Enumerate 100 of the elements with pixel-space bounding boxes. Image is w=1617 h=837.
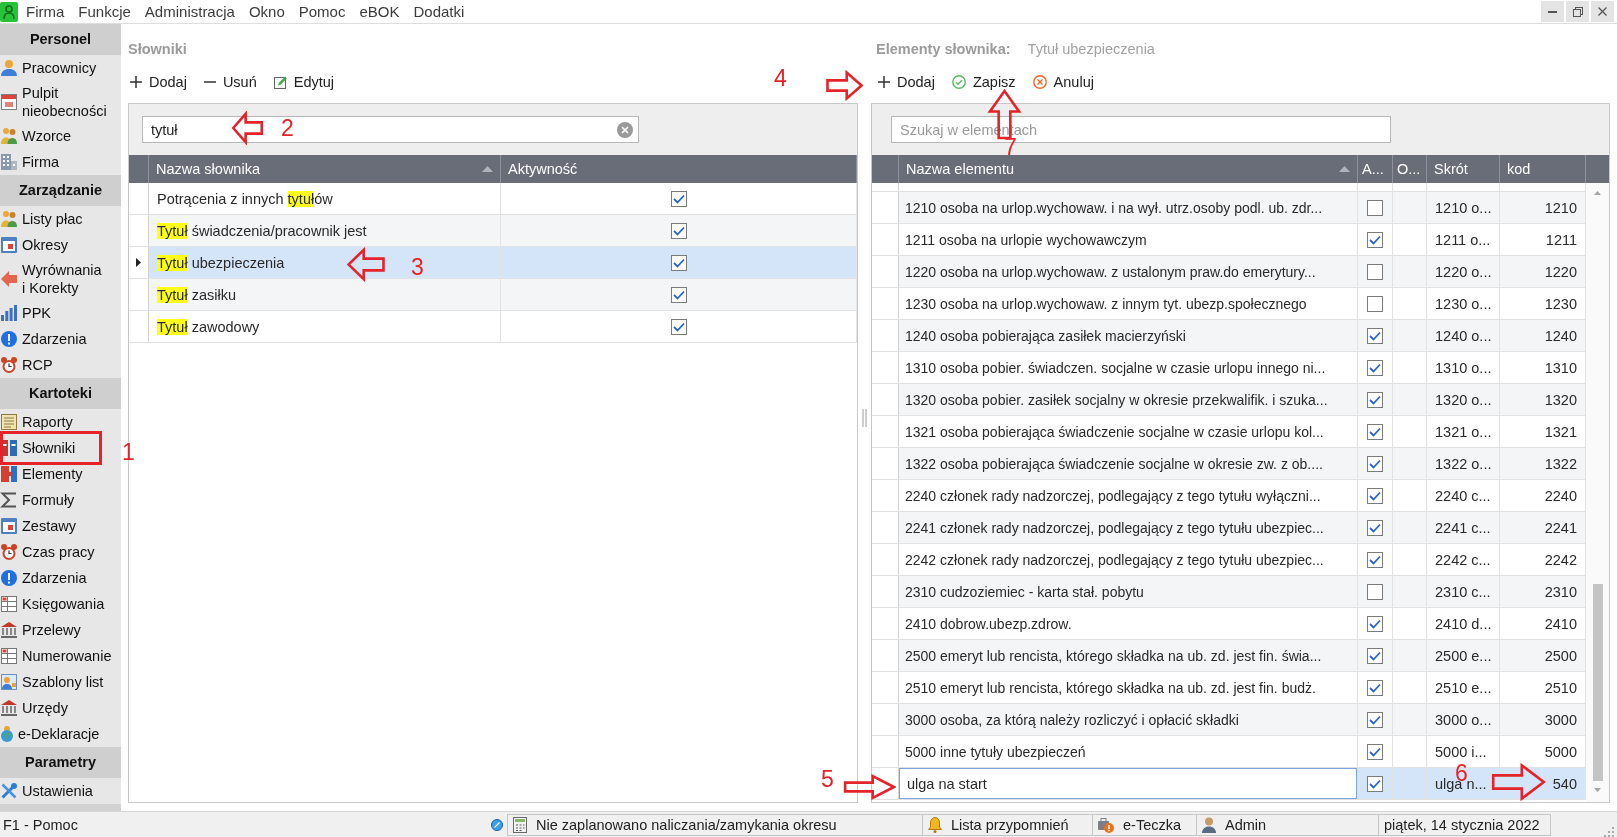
table-row[interactable]: 1220 osoba na urlop.wychowaw. z ustalonym praw.do emerytury... 1220 o... 1220: [872, 256, 1586, 288]
people-icon: [1, 211, 17, 227]
save-button[interactable]: Zapisz: [949, 71, 1018, 93]
sidebar-item[interactable]: Urzędy: [0, 695, 121, 721]
table-row[interactable]: 1210 osoba na urlop.wychowaw. i na wył. utrz.osoby podl. ub. zdr... 1210 o... 1210: [872, 192, 1586, 224]
sidebar-item[interactable]: Pracownicy: [0, 55, 121, 81]
sidebar-section-header[interactable]: Personel: [0, 24, 121, 55]
table-row[interactable]: 1211 osoba na urlopie wychowawczym 1211 o... 1211: [872, 224, 1586, 256]
checkbox[interactable]: [1367, 743, 1383, 760]
sidebar-section-header[interactable]: Parametry: [0, 747, 121, 778]
menu-item[interactable]: eBOK: [359, 1, 400, 22]
table-row[interactable]: Tytuł zasiłku: [129, 279, 857, 311]
table-row[interactable]: Tytuł świadczenia/pracownik jest: [129, 215, 857, 247]
sidebar-item[interactable]: Firma: [0, 149, 121, 175]
checkbox[interactable]: [1367, 455, 1383, 472]
table-cell: 1211 osoba na urlopie wychowawczym: [905, 231, 1147, 248]
document-icon: [1, 414, 17, 430]
sidebar-item[interactable]: Zdarzenia: [0, 565, 121, 591]
sidebar-item[interactable]: e-Deklaracje: [0, 721, 121, 747]
sidebar-item[interactable]: PPK: [0, 300, 121, 326]
text-input-field[interactable]: ulga na start: [899, 768, 1357, 799]
sidebar-item[interactable]: Zdarzenia: [0, 326, 121, 352]
sidebar-item[interactable]: Ustawienia: [0, 778, 121, 804]
scrollbar-thumb[interactable]: [1592, 584, 1603, 781]
sidebar-item[interactable]: Okresy: [0, 232, 121, 258]
table-row[interactable]: 1321 osoba pobierająca świadczenie socjalne w czasie urlopu kol... 1321 o... 1321: [872, 416, 1586, 448]
table-icon: [1, 648, 17, 664]
checkmark-icon: [672, 257, 685, 268]
sidebar-item[interactable]: Zestawy: [0, 513, 121, 539]
sidebar-item[interactable]: Księgowania: [0, 591, 121, 617]
checkbox[interactable]: [1367, 423, 1383, 440]
sidebar-item[interactable]: Czas pracy: [0, 539, 121, 565]
table-row[interactable]: 2410 dobrow.ubezp.zdrow. 2410 d... 2410: [872, 608, 1586, 640]
checkbox[interactable]: [1367, 679, 1383, 696]
bar-chart-icon: [1, 305, 17, 321]
table-row[interactable]: 2500 emeryt lub rencista, którego składka na ub. zd. jest fin. świa... 2500 e... 2500: [872, 640, 1586, 672]
checkbox[interactable]: [1367, 775, 1383, 792]
edit-button[interactable]: Edytuj: [271, 71, 337, 93]
minimize-button[interactable]: [1541, 1, 1564, 22]
menu-item[interactable]: Funkcje: [78, 1, 131, 22]
checkbox[interactable]: [670, 286, 687, 303]
remove-button[interactable]: Usuń: [201, 71, 259, 93]
menu-item[interactable]: Dodatki: [413, 1, 465, 22]
add-button[interactable]: Dodaj: [128, 71, 189, 93]
checkbox[interactable]: [1367, 711, 1383, 728]
table-row[interactable]: 1310 osoba pobier. świadczen. socjalne w czasie urlopu innego ni... 1310 o... 1310: [872, 352, 1586, 384]
sidebar-item[interactable]: Przelewy: [0, 617, 121, 643]
checkbox[interactable]: [1367, 391, 1383, 408]
menu-item[interactable]: Firma: [26, 1, 65, 22]
checkbox[interactable]: [670, 222, 687, 239]
checkbox[interactable]: [1367, 647, 1383, 664]
checkbox[interactable]: [1367, 359, 1383, 376]
cancel-button[interactable]: Anuluj: [1030, 71, 1096, 93]
checkbox[interactable]: [1367, 263, 1383, 280]
table-row[interactable]: 3000 osoba, za którą należy rozliczyć i opłacić składki 3000 o... 3000: [872, 704, 1586, 736]
checkbox[interactable]: [1367, 615, 1383, 632]
sidebar-section-header[interactable]: Kartoteki: [0, 378, 121, 409]
menu-item[interactable]: Administracja: [144, 1, 235, 22]
table-row[interactable]: 2240 członek rady nadzorczej, podlegający z tego tytułu wyłączni... 2240 c... 2240: [872, 480, 1586, 512]
checkbox[interactable]: [1367, 551, 1383, 568]
table-row[interactable]: 1320 osoba pobier. zasiłek socjalny w okresie przekwalifik. i szuka... 1320 o... 1320: [872, 384, 1586, 416]
checkmark-icon: [1369, 682, 1381, 693]
table-cell: 5000 i...: [1435, 743, 1487, 760]
close-button[interactable]: [1591, 1, 1614, 22]
splitter-grip-icon[interactable]: [862, 408, 867, 427]
add-button[interactable]: Dodaj: [876, 71, 937, 93]
checkbox[interactable]: [1367, 519, 1383, 536]
table-row[interactable]: 1230 osoba na urlop.wychowaw. z innym tyt. ubezp.społecznego 1230 o... 1230: [872, 288, 1586, 320]
table-row[interactable]: 1240 osoba pobierająca zasiłek macierzyński 1240 o... 1240: [872, 320, 1586, 352]
sidebar-section-header[interactable]: Zarządzanie: [0, 175, 121, 206]
sidebar-item[interactable]: Listy płac: [0, 206, 121, 232]
table-row[interactable]: 2510 emeryt lub rencista, którego składka na ub. zd. jest fin. budż. 2510 e... 2510: [872, 672, 1586, 704]
checkmark-icon: [1369, 490, 1381, 501]
table-row[interactable]: 2242 członek rady nadzorczej, podlegający z tego tytułu ubezpiec... 2242 c... 2242: [872, 544, 1586, 576]
table-row[interactable]: 2241 członek rady nadzorczej, podlegający z tego tytułu ubezpiec... 2241 c... 2241: [872, 512, 1586, 544]
table-row[interactable]: 2310 cudzoziemiec - karta stał. pobytu 2310 c... 2310: [872, 576, 1586, 608]
sidebar-item[interactable]: Formuły: [0, 487, 121, 513]
restore-button[interactable]: [1566, 1, 1589, 22]
sidebar-item[interactable]: Pulpit nieobecności: [0, 81, 121, 123]
sidebar-item[interactable]: Słowniki: [0, 435, 121, 461]
menu-item[interactable]: Okno: [248, 1, 285, 22]
checkbox[interactable]: [1367, 231, 1383, 248]
checkbox[interactable]: [1367, 327, 1383, 344]
sidebar-item[interactable]: Szablony list: [0, 669, 121, 695]
checkbox[interactable]: [1367, 487, 1383, 504]
checkbox[interactable]: [670, 254, 687, 271]
sidebar-item[interactable]: Numerowanie: [0, 643, 121, 669]
sidebar-item[interactable]: Elementy: [0, 461, 121, 487]
table-row[interactable]: 1322 osoba pobierająca świadczenie socjalne w okresie zw. z ob.... 1322 o... 1322: [872, 448, 1586, 480]
sidebar-item[interactable]: Wzorce: [0, 123, 121, 149]
checkbox[interactable]: [1367, 583, 1383, 600]
checkbox[interactable]: [1367, 295, 1383, 312]
resize-grip-icon[interactable]: [1604, 826, 1614, 837]
checkbox[interactable]: [670, 190, 687, 207]
menu-item[interactable]: Pomoc: [298, 1, 346, 22]
checkbox[interactable]: [670, 318, 687, 335]
table-row[interactable]: Tytuł zawodowy: [129, 311, 857, 343]
checkbox[interactable]: [1367, 199, 1383, 216]
sidebar-item[interactable]: RCP: [0, 352, 121, 378]
sidebar-item[interactable]: Wyrównania i Korekty: [0, 258, 121, 300]
